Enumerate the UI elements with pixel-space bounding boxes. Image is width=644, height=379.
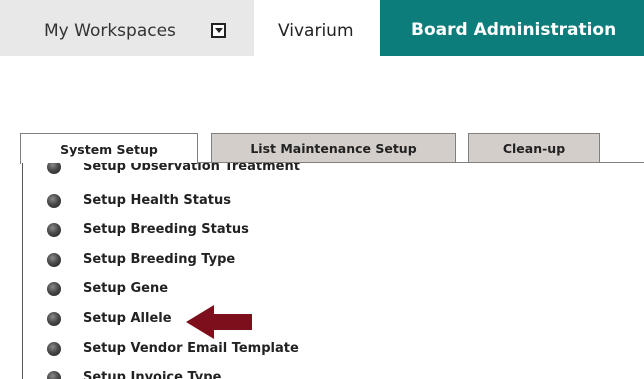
tab-list-maintenance-setup[interactable]: List Maintenance Setup [211, 133, 456, 163]
bullet-icon [47, 371, 61, 379]
arrow-shape [186, 305, 252, 339]
list-item[interactable]: Setup Gene [23, 279, 623, 301]
bullet-icon [47, 282, 61, 296]
setup-link[interactable]: Setup Gene [83, 281, 168, 296]
vivarium-label: Vivarium [278, 21, 354, 41]
setup-link[interactable]: Setup Breeding Type [83, 252, 235, 267]
bullet-icon [47, 342, 61, 356]
list-item[interactable]: Setup Invoice Type [23, 368, 623, 379]
bullet-icon [47, 223, 61, 237]
setup-link[interactable]: Setup Health Status [83, 193, 231, 208]
list-item[interactable]: Setup Health Status [23, 191, 623, 213]
top-navigation: My Workspaces Vivarium Board Administrat… [0, 0, 644, 56]
dropdown-arrow-icon[interactable] [211, 23, 226, 38]
board-administration-label: Board Administration [411, 20, 617, 40]
tab-system-setup[interactable]: System Setup [20, 133, 198, 164]
nav-my-workspaces[interactable]: My Workspaces [0, 0, 254, 56]
list-item[interactable]: Setup Breeding Type [23, 250, 623, 272]
bullet-icon [47, 253, 61, 267]
tab-clean-up[interactable]: Clean-up [468, 133, 600, 163]
vivarium-window: My Workspaces Vivarium Board Administrat… [0, 0, 644, 379]
list-item[interactable]: Setup Vendor Email Template [23, 339, 623, 361]
setup-link[interactable]: Setup Invoice Type [83, 370, 221, 379]
left-arrow-icon [186, 305, 252, 339]
list-item[interactable]: Setup Observation Treatment [23, 163, 623, 179]
nav-board-administration[interactable]: Board Administration [380, 0, 644, 56]
bullet-icon [47, 194, 61, 208]
system-setup-panel: Setup Observation Treatment Setup Health… [22, 163, 644, 379]
setup-link[interactable]: Setup Observation Treatment [83, 163, 300, 174]
list-item[interactable]: Setup Allele [23, 309, 623, 331]
my-workspaces-label: My Workspaces [44, 21, 176, 41]
setup-link[interactable]: Setup Breeding Status [83, 222, 249, 237]
nav-vivarium[interactable]: Vivarium [254, 0, 380, 56]
bullet-icon [47, 163, 61, 174]
setup-allele-link[interactable]: Setup Allele [83, 311, 172, 326]
bullet-icon [47, 312, 61, 326]
list-item[interactable]: Setup Breeding Status [23, 220, 623, 242]
setup-link[interactable]: Setup Vendor Email Template [83, 341, 299, 356]
